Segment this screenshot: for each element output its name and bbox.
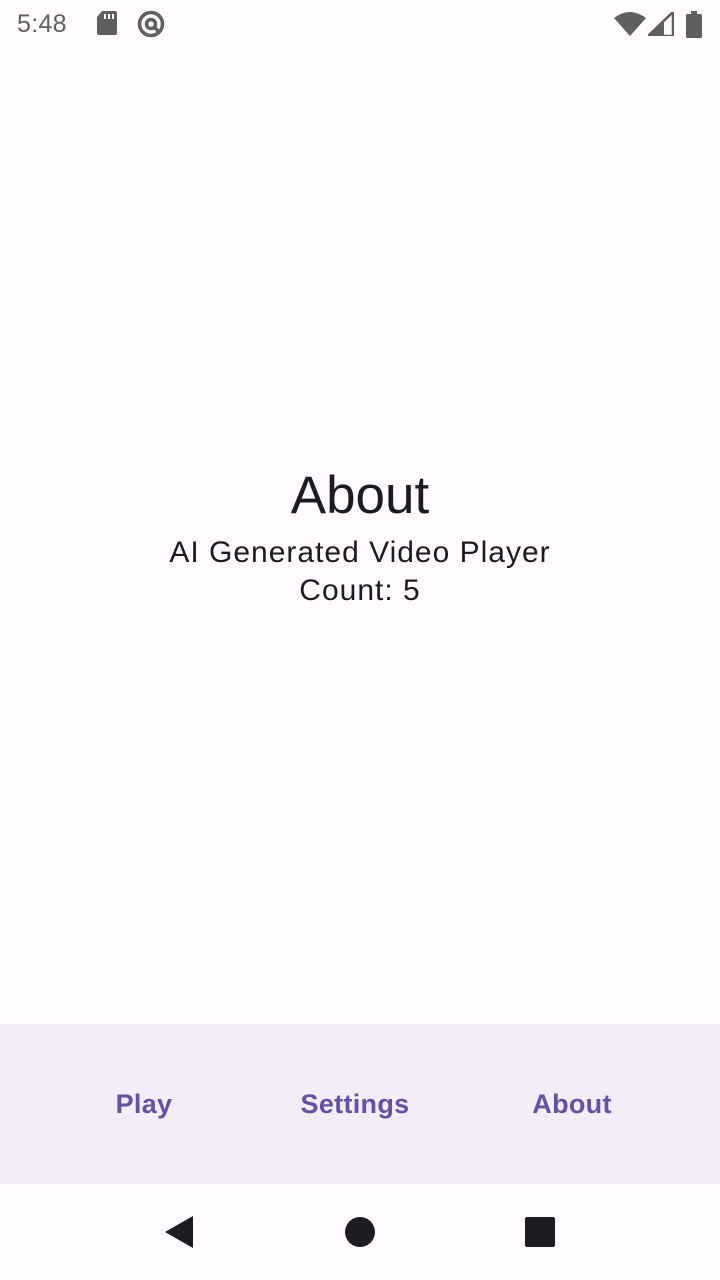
nav-settings-tab[interactable]: Settings [284,1024,426,1184]
app-screen: 5:48 About AI Generated Video Player Cou… [0,0,720,1280]
nav-play-tab[interactable]: Play [84,1024,204,1184]
status-bar: 5:48 [0,0,720,48]
at-sign-icon [137,10,165,43]
cell-signal-icon [644,9,675,41]
wifi-icon [614,12,646,41]
page-title: About [290,466,430,525]
count-label: Count: 5 [299,574,421,607]
home-icon[interactable] [340,1212,380,1252]
battery-icon [686,11,702,43]
system-navigation-bar [0,1184,720,1280]
sd-card-icon [96,10,118,41]
status-time: 5:48 [17,10,67,38]
back-icon[interactable] [160,1212,200,1252]
bottom-navigation: Play Settings About [0,1024,720,1184]
nav-about-tab[interactable]: About [512,1024,632,1184]
recents-icon[interactable] [520,1212,560,1252]
app-description: AI Generated Video Player [169,536,551,569]
